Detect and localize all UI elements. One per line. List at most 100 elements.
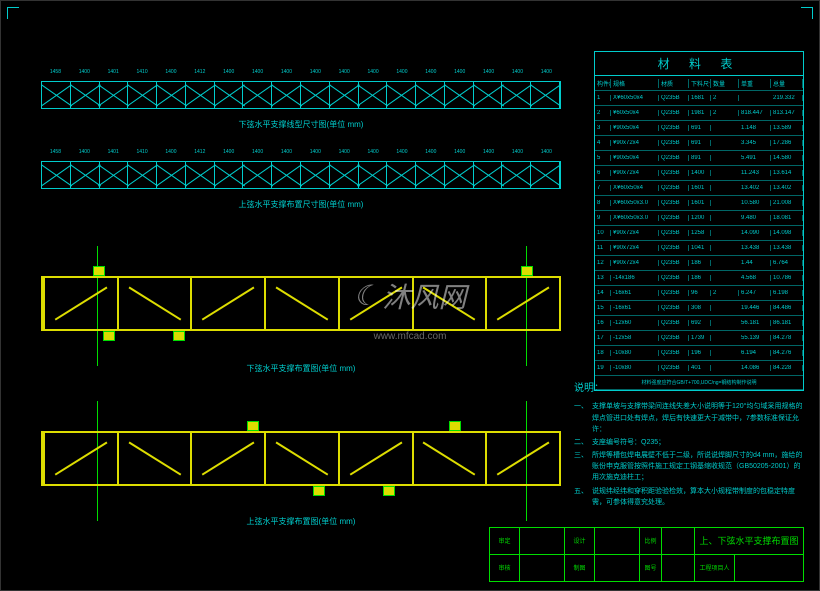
table-cell: 1.44 — [739, 260, 771, 266]
dimension-value: 1400 — [483, 69, 494, 75]
truss-bay — [157, 82, 186, 108]
table-cell: 3 — [595, 125, 611, 131]
table-cell: 13.438 — [739, 245, 771, 251]
table-row: 5¥90x50x4Q235B8915.49114.580 — [595, 151, 803, 166]
table-cell: 96 — [689, 290, 711, 296]
table-cell: 84.278 — [771, 335, 803, 341]
table-cell: ¥90x72x4 — [611, 230, 659, 236]
dimension-value: 1400 — [339, 69, 350, 75]
dimension-value: 1400 — [425, 149, 436, 155]
table-cell: 4.568 — [739, 275, 771, 281]
truss-bay — [359, 162, 388, 188]
support-block — [93, 266, 105, 276]
truss-diagonal — [423, 441, 476, 475]
table-cell: 8 — [595, 200, 611, 206]
table-cell: ¥60x50x4 — [611, 110, 659, 116]
elev-label-lower: 下弦水平支撑布置图(单位 mm) — [247, 363, 356, 374]
tb-cell — [595, 528, 640, 554]
table-cell: 6.198 — [771, 290, 803, 296]
dimension-value: 1458 — [50, 69, 61, 75]
truss-post — [559, 433, 561, 484]
upper-chord-plan — [41, 161, 561, 189]
table-cell: Q235B — [659, 320, 689, 326]
elev-label-upper: 上弦水平支撑布置图(单位 mm) — [247, 516, 356, 527]
table-row: 7X¥60x50x4Q235B160113.40213.402 — [595, 181, 803, 196]
table-cell: 14 — [595, 290, 611, 296]
table-cell: 1041 — [689, 245, 711, 251]
table-cell: 17.286 — [771, 140, 803, 146]
truss-bay — [416, 162, 445, 188]
truss-post — [264, 433, 266, 484]
table-cell: 1258 — [689, 230, 711, 236]
dimension-value: 1400 — [541, 69, 552, 75]
table-cell: 2 — [711, 110, 739, 116]
dimension-value: 1400 — [396, 69, 407, 75]
dimension-value: 1400 — [454, 69, 465, 75]
truss-post — [190, 278, 192, 329]
tb-cell — [662, 555, 695, 582]
table-cell: 18 — [595, 350, 611, 356]
table-row: 14-16x61Q235B9626.2476.198 — [595, 286, 803, 301]
truss-bay — [243, 162, 272, 188]
dimension-value: 1410 — [137, 149, 148, 155]
table-row: 3¥90x50x4Q235B6911.14813.589 — [595, 121, 803, 136]
table-cell: 6.247 — [739, 290, 771, 296]
truss-post — [338, 433, 340, 484]
table-cell: Q235B — [659, 350, 689, 356]
table-row: 6¥90x72x4Q235B140011.24313.614 — [595, 166, 803, 181]
truss-bay — [157, 162, 186, 188]
dimension-value: 1401 — [108, 69, 119, 75]
support-block — [313, 486, 325, 496]
truss-bay — [100, 162, 129, 188]
dimension-value: 1400 — [368, 149, 379, 155]
table-cell: 10.786 — [771, 275, 803, 281]
table-cell: Q235B — [659, 275, 689, 281]
table-cell: Q235B — [659, 95, 689, 101]
support-block — [103, 331, 115, 341]
table-cell: X¥60x50x4 — [611, 95, 659, 101]
table-row: 12¥90x72x4Q235B1861.446.764 — [595, 256, 803, 271]
truss-post — [338, 278, 340, 329]
table-cell: 3.345 — [739, 140, 771, 146]
dimension-value: 1400 — [483, 149, 494, 155]
table-cell: 5 — [595, 155, 611, 161]
dimension-row: 1458140014011410140014121400140014001400… — [41, 69, 561, 75]
table-row: 2¥60x50x4Q235B19812818.447813.147 — [595, 106, 803, 121]
table-row: 10¥90x72x4Q235B125814.09014.098 — [595, 226, 803, 241]
tb-cell: 审核 — [490, 555, 520, 582]
table-cell: 84.486 — [771, 305, 803, 311]
table-cell: 1 — [595, 95, 611, 101]
table-cell: 1981 — [689, 110, 711, 116]
dimension-value: 1410 — [137, 69, 148, 75]
dimension-value: 1412 — [194, 149, 205, 155]
truss-diagonal — [202, 286, 255, 320]
truss-bay — [71, 162, 100, 188]
table-cell: 818.447 — [739, 110, 771, 116]
truss-diagonal — [54, 441, 107, 475]
table-cell: ¥90x50x4 — [611, 155, 659, 161]
table-cell: Q235B — [659, 155, 689, 161]
note-item: 一、支撑单坡与支撑带梁间连线失差大小说明等于120°均匀域采用规格的焊点管进口处… — [574, 401, 804, 435]
table-cell: 14.580 — [771, 155, 803, 161]
truss-bay — [128, 162, 157, 188]
truss-diagonal — [202, 441, 255, 475]
table-cell: 17 — [595, 335, 611, 341]
table-cell: Q235B — [659, 335, 689, 341]
tb-cell: 图号 — [640, 555, 662, 582]
table-cell: -10x80 — [611, 365, 659, 371]
table-cell: Q235B — [659, 365, 689, 371]
dimension-value: 1400 — [165, 69, 176, 75]
truss-bay — [474, 162, 503, 188]
note-text: 支座编号符号：Q235； — [592, 437, 665, 448]
truss-post — [190, 433, 192, 484]
note-item: 五、说规纬经纬和穿积距验验检效，算本大小规程带制度的包稳定特度需，可参体得意究处… — [574, 486, 804, 508]
table-cell: Q235B — [659, 125, 689, 131]
table-header-row: 构件编号规格材质下料尺寸(mm)数量单重总量 — [595, 76, 803, 91]
table-cell: 13.402 — [739, 185, 771, 191]
support-block — [247, 421, 259, 431]
table-cell: 1739 — [689, 335, 711, 341]
truss-bay — [502, 162, 531, 188]
dimension-value: 1400 — [252, 149, 263, 155]
truss-bay — [531, 82, 560, 108]
table-cell: X¥60x50x4 — [611, 185, 659, 191]
